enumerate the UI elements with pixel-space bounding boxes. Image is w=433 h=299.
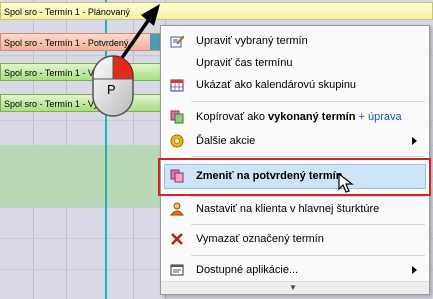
- menu-item-label: Nastaviť na klienta v hlavnej šturktúre: [196, 203, 380, 215]
- calendar-event[interactable]: Spol sro - Termín 1 - Vykonaný: [0, 63, 165, 81]
- menu-separator: [191, 224, 425, 225]
- edit-icon: [170, 35, 184, 48]
- menu-item-edit-time[interactable]: Upraviť čas termínu: [161, 52, 429, 74]
- menu-item-label: Dostupné aplikácie...: [196, 264, 299, 276]
- menu-item-show-calendar-group[interactable]: Ukázať ako kalendárovú skupinu: [161, 74, 429, 96]
- calendar-group-icon: [170, 79, 184, 92]
- apps-icon: [170, 264, 184, 276]
- cursor-icon: [338, 173, 354, 193]
- confirm-icon: [170, 169, 184, 183]
- menu-item-label-prefix: Kopírovať ako: [196, 111, 268, 123]
- menu-item-label-bold: vykonaný termín: [268, 111, 356, 123]
- calendar-event[interactable]: Spol sro - Termín 1 - Vykonaný: [0, 94, 165, 112]
- menu-item-label: Ďalšie akcie: [196, 135, 256, 147]
- menu-item-label: Upraviť vybraný termín: [196, 35, 308, 47]
- menu-separator: [191, 255, 425, 256]
- menu-item-label: Ukázať ako kalendárovú skupinu: [196, 79, 357, 91]
- calendar-event[interactable]: Spol sro - Termín 1 - Potvrdený: [0, 33, 165, 51]
- mouse-icon: P: [92, 55, 134, 117]
- double-chevron-down-icon: ▼: [289, 283, 297, 292]
- event-label: Spol sro - Termín 1 - Potvrdený: [4, 38, 129, 48]
- menu-item-more-actions[interactable]: Ďalšie akcie: [161, 130, 429, 152]
- context-menu: Upraviť vybraný termín Upraviť čas termí…: [158, 25, 431, 295]
- menu-scroll-down[interactable]: ▼: [161, 281, 429, 294]
- copy-icon: [170, 110, 184, 124]
- menu-separator: [191, 156, 425, 157]
- menu-item-label-suffix: + úprava: [355, 111, 402, 123]
- calendar-event[interactable]: Spol sro - Termín 1 - Plánovaný: [0, 2, 433, 20]
- client-icon: [170, 202, 184, 216]
- menu-item-edit-event[interactable]: Upraviť vybraný termín: [161, 30, 429, 52]
- event-label: Spol sro - Termín 1 - Plánovaný: [4, 7, 130, 17]
- delete-icon: [171, 233, 183, 245]
- menu-item-set-client[interactable]: Nastaviť na klienta v hlavnej šturktúre: [161, 198, 429, 220]
- menu-separator: [191, 196, 425, 197]
- menu-item-label: Upraviť čas termínu: [196, 57, 293, 69]
- menu-item-label: Vymazať označený termín: [196, 233, 324, 245]
- actions-icon: [170, 134, 184, 148]
- submenu-arrow-icon: [412, 266, 417, 274]
- mouse-button-letter: P: [107, 82, 116, 97]
- submenu-arrow-icon: [412, 137, 417, 145]
- menu-item-delete-event[interactable]: Vymazať označený termín: [161, 228, 429, 250]
- menu-separator: [191, 101, 425, 102]
- menu-item-copy-as-done[interactable]: Kopírovať ako vykonaný termín + úprava: [161, 106, 429, 128]
- menu-item-available-apps[interactable]: Dostupné aplikácie...: [161, 259, 429, 281]
- calendar-highlight-band: [0, 145, 165, 207]
- menu-item-label: Zmeniť na potvrdený termín: [196, 170, 343, 182]
- menu-item-change-to-confirmed[interactable]: Zmeniť na potvrdený termín: [161, 165, 429, 187]
